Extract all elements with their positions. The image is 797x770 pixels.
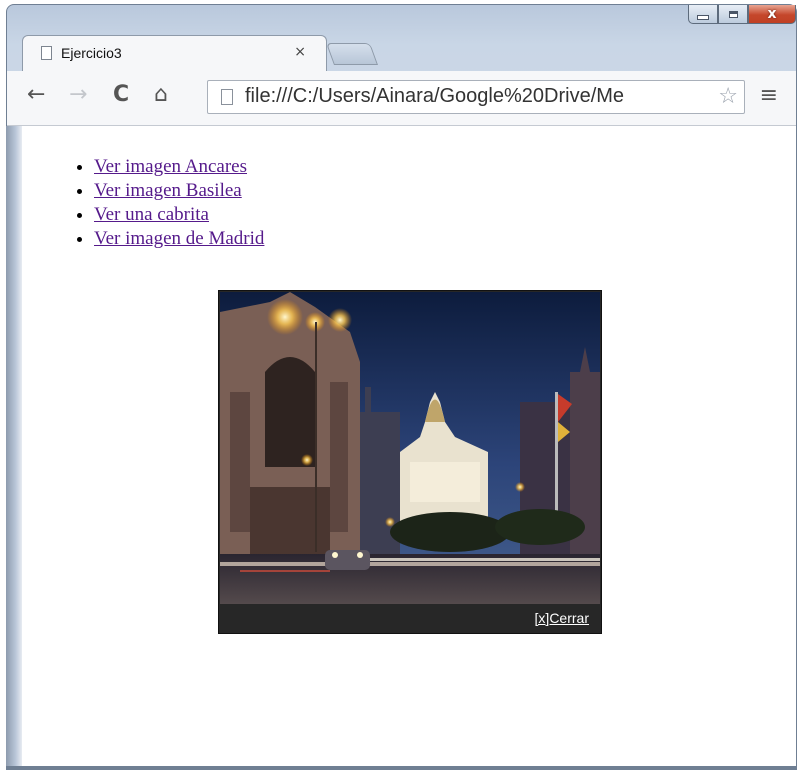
link-madrid[interactable]: Ver imagen de Madrid bbox=[94, 228, 264, 249]
home-icon[interactable]: ⌂ bbox=[154, 83, 168, 107]
address-bar[interactable]: file:///C:/Users/Ainara/Google%20Drive/M… bbox=[207, 80, 745, 114]
tab-title: Ejercicio3 bbox=[61, 45, 122, 61]
madrid-photo bbox=[220, 292, 600, 604]
list-item: Ver una cabrita bbox=[94, 204, 264, 226]
browser-toolbar: ← → C ⌂ file:///C:/Users/Ainara/Google%2… bbox=[7, 71, 796, 126]
lightbox-footer: [x]Cerrar bbox=[219, 603, 601, 633]
minimize-button[interactable] bbox=[688, 5, 718, 24]
url-text[interactable]: file:///C:/Users/Ainara/Google%20Drive/M… bbox=[245, 85, 710, 108]
forward-arrow-icon[interactable]: → bbox=[69, 83, 87, 107]
window-bottom-border bbox=[6, 766, 797, 770]
list-item: Ver imagen Ancares bbox=[94, 156, 264, 178]
image-lightbox: [x]Cerrar bbox=[218, 290, 602, 634]
link-cabrita[interactable]: Ver una cabrita bbox=[94, 204, 209, 225]
window-left-edge bbox=[6, 126, 22, 767]
tab-ejercicio3[interactable]: Ejercicio3 × bbox=[22, 35, 327, 71]
list-item: Ver imagen Basilea bbox=[94, 180, 264, 202]
page-icon bbox=[41, 46, 52, 60]
maximize-icon bbox=[728, 10, 738, 18]
back-arrow-icon[interactable]: ← bbox=[27, 83, 45, 107]
page-icon bbox=[221, 89, 233, 105]
bookmark-star-icon[interactable]: ☆ bbox=[718, 84, 738, 109]
new-tab-button[interactable] bbox=[325, 43, 379, 65]
menu-icon[interactable]: ≡ bbox=[760, 83, 778, 108]
page-content: Ver imagen Ancares Ver imagen Basilea Ve… bbox=[22, 126, 796, 767]
image-link-list: Ver imagen Ancares Ver imagen Basilea Ve… bbox=[72, 156, 264, 252]
reload-icon[interactable]: C bbox=[113, 83, 129, 107]
close-window-button[interactable]: x bbox=[748, 5, 796, 24]
link-basilea[interactable]: Ver imagen Basilea bbox=[94, 180, 242, 201]
list-item: Ver imagen de Madrid bbox=[94, 228, 264, 250]
close-icon: x bbox=[767, 6, 777, 22]
minimize-icon bbox=[697, 14, 709, 20]
window-controls: x bbox=[688, 5, 796, 27]
close-lightbox-button[interactable]: [x]Cerrar bbox=[535, 610, 589, 626]
maximize-button[interactable] bbox=[718, 5, 748, 24]
link-ancares[interactable]: Ver imagen Ancares bbox=[94, 156, 247, 177]
tab-close-button[interactable]: × bbox=[294, 44, 306, 60]
